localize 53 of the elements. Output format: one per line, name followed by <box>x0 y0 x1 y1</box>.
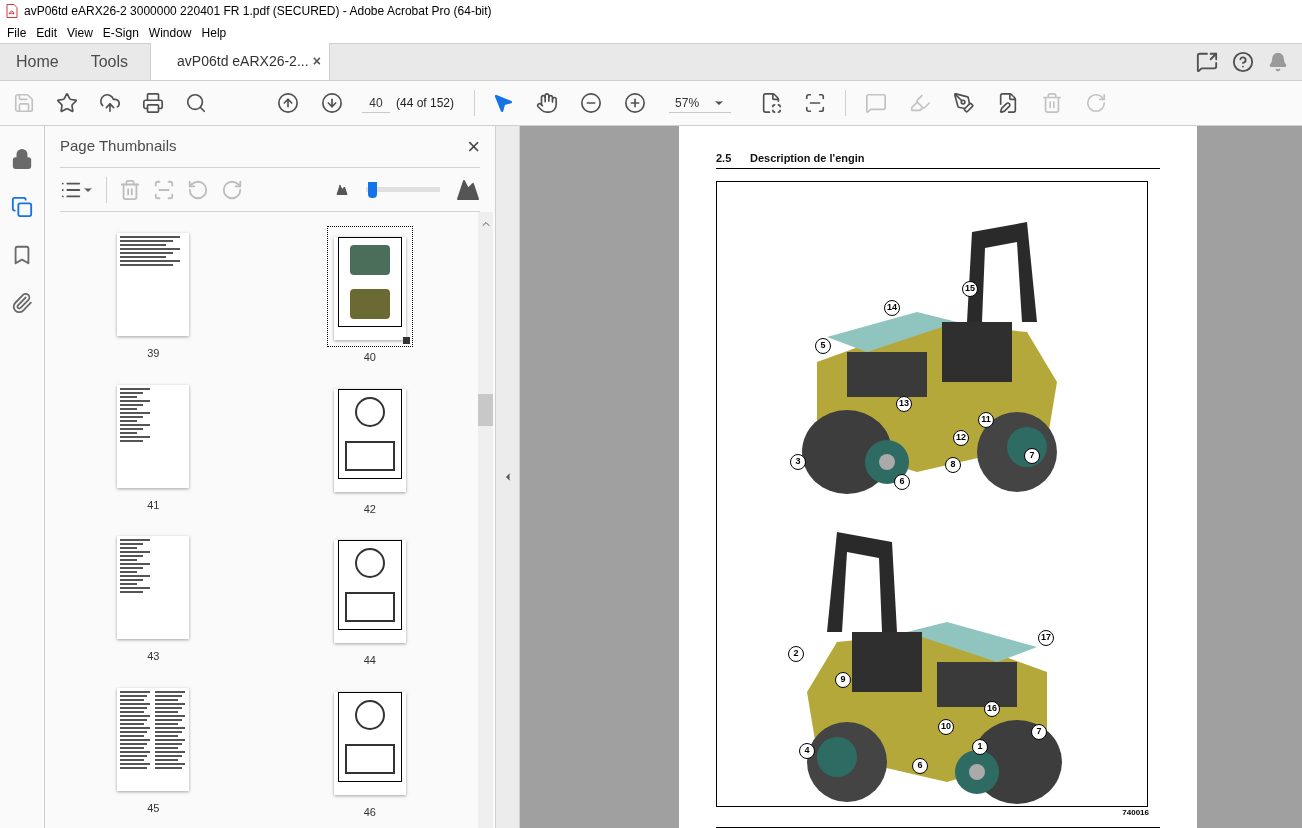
page-number: 39 <box>147 346 160 361</box>
callout-number: 3 <box>790 453 806 470</box>
page-thumbnail[interactable] <box>333 388 406 492</box>
page-number: 42 <box>363 501 376 517</box>
window-title: avP06td eARX26-2 3000000 220401 FR 1.pdf (SECURED) - Adobe Acrobat Pro (64-bit) <box>24 3 492 20</box>
panel-title: Page Thumbnails <box>60 136 177 157</box>
page-number: 43 <box>147 649 160 664</box>
page-number: 40 <box>363 350 376 365</box>
menu-item[interactable]: View <box>62 23 98 42</box>
lock-icon[interactable] <box>10 146 34 172</box>
figure-id: 740016 <box>1122 807 1149 819</box>
small-mountain-icon[interactable] <box>336 183 348 196</box>
nav-tab[interactable]: Home <box>0 44 75 80</box>
page-count: (44 of 152) <box>396 95 455 112</box>
slider-thumb[interactable] <box>367 181 377 198</box>
close-tab-button[interactable]: × <box>312 51 322 72</box>
page-thumbnail[interactable] <box>333 691 406 795</box>
close-button[interactable]: × <box>467 135 480 158</box>
resize-handle[interactable] <box>402 337 410 344</box>
paperclip-icon[interactable] <box>10 290 34 316</box>
page-thumbnail[interactable] <box>117 536 190 639</box>
callout-number: 5 <box>815 337 831 354</box>
nav-tab[interactable]: Tools <box>74 44 145 80</box>
page-number: 41 <box>147 497 160 513</box>
section-title: Description de l'engin <box>750 151 865 166</box>
page-number: 46 <box>363 804 376 820</box>
menu-item[interactable]: Edit <box>31 23 63 42</box>
scrollbar-thumb[interactable] <box>478 394 493 426</box>
page-thumbnail[interactable] <box>117 384 190 488</box>
share-comment-icon[interactable] <box>1196 51 1218 73</box>
menu-item[interactable]: File <box>2 23 32 42</box>
callout-number: 17 <box>1038 629 1054 646</box>
pdf-file-icon <box>6 4 18 18</box>
page-thumbnail[interactable] <box>117 233 190 336</box>
page-thumbnail[interactable] <box>333 237 406 340</box>
page-number: 44 <box>363 653 376 668</box>
pages-icon[interactable] <box>10 194 34 220</box>
document-tab[interactable]: avP06td eARX26-2... × <box>150 43 331 80</box>
menu-item[interactable]: E-Sign <box>97 23 144 42</box>
large-mountain-icon[interactable] <box>456 177 480 202</box>
page-thumbnail[interactable] <box>117 687 190 791</box>
page-number-field[interactable]: 40 <box>362 93 390 113</box>
callout-number: 15 <box>962 280 978 297</box>
callout-number: 4 <box>799 742 815 759</box>
page-number: 45 <box>147 800 160 816</box>
help-icon[interactable] <box>1232 51 1254 73</box>
page-thumbnail[interactable] <box>333 540 406 643</box>
callout-number: 2 <box>788 645 804 662</box>
menu-item[interactable]: Window <box>143 23 197 42</box>
menu-item[interactable]: Help <box>196 23 232 42</box>
callout-number: 14 <box>884 299 900 316</box>
section-number: 2.5 <box>716 151 733 166</box>
zoom-dropdown[interactable]: 57% <box>669 93 732 113</box>
